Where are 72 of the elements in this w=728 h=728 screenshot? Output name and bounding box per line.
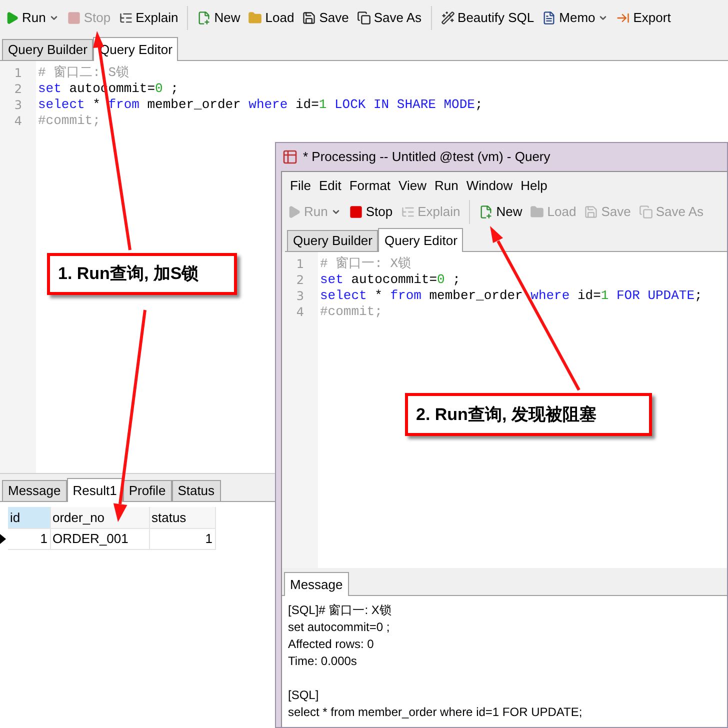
stop-button[interactable]: Stop	[346, 200, 395, 224]
message-line: select * from member_order where id=1 FOR UPDATE;	[288, 704, 582, 721]
play-icon	[5, 11, 19, 25]
column-header[interactable]: id	[8, 507, 50, 528]
callout-label: 1. Run查询, 加S锁	[47, 253, 237, 295]
code-line: select * from member_order where id=1 LOCK IN SHARE MODE;	[38, 97, 483, 113]
tab[interactable]: Message	[284, 572, 349, 596]
explain-button[interactable]: Explain	[116, 6, 180, 30]
copy-icon	[356, 11, 371, 25]
line-number: 2	[295, 272, 305, 288]
new-file-icon	[197, 11, 212, 25]
stop-icon	[348, 205, 363, 219]
folder-icon	[248, 11, 262, 25]
code-line: #commit;	[320, 304, 382, 320]
beautify-button[interactable]: Beautify SQL	[438, 6, 536, 30]
line-number: 2	[13, 81, 23, 97]
menu-item[interactable]: View	[394, 176, 430, 196]
magic-wand-icon	[440, 11, 455, 25]
line-number: 4	[13, 113, 23, 129]
document-icon	[542, 11, 556, 25]
line-number: 1	[13, 65, 23, 81]
export-arrow-icon	[616, 11, 630, 25]
tab[interactable]: Profile	[122, 480, 172, 501]
table-cell: 1	[8, 528, 50, 549]
menu-item[interactable]: Window	[462, 176, 517, 196]
callout-label: 2. Run查询, 发现被阻塞	[405, 393, 652, 436]
run-button[interactable]: Run	[3, 6, 61, 30]
line-number: 3	[13, 97, 23, 113]
tree-icon	[400, 205, 415, 219]
folder-icon	[530, 205, 544, 219]
message-line: [SQL]	[288, 687, 319, 704]
tab[interactable]: Status	[172, 480, 221, 501]
menu-item[interactable]: File	[286, 176, 315, 196]
play-icon	[287, 205, 301, 219]
window-title: * Processing -- Untitled @test (vm) - Query	[303, 148, 550, 166]
menu-item[interactable]: Help	[516, 176, 552, 196]
save-button[interactable]: Save	[300, 6, 351, 30]
menu-item[interactable]: Run	[430, 176, 462, 196]
save-as-button[interactable]: Save As	[354, 6, 424, 30]
line-number: 4	[295, 304, 305, 320]
code-line: #commit;	[38, 113, 100, 129]
window-icon	[282, 149, 298, 165]
tab[interactable]: Query Builder	[2, 39, 94, 60]
code-line: # 窗口二: S锁	[38, 65, 130, 81]
column-header[interactable]: status	[149, 507, 215, 528]
message-line: set autocommit=0 ;	[288, 619, 390, 636]
new-file-icon	[479, 205, 494, 219]
code-line: select * from member_order where id=1 FOR UPDATE;	[320, 288, 702, 304]
table-cell: ORDER_001	[50, 528, 149, 549]
tree-icon	[118, 11, 133, 25]
code-line: set autocommit=0 ;	[320, 272, 460, 288]
tab[interactable]: Query Editor	[378, 228, 464, 252]
tab[interactable]: Message	[2, 480, 67, 501]
memo-button[interactable]: Memo	[540, 6, 610, 30]
export-button[interactable]: Export	[614, 6, 673, 30]
tab[interactable]: Query Builder	[287, 230, 378, 251]
load-button[interactable]: Load	[246, 6, 296, 30]
code-line: # 窗口一: X锁	[320, 256, 412, 272]
new-button[interactable]: New	[477, 200, 524, 224]
menu-item[interactable]: Edit	[314, 176, 346, 196]
menu-item[interactable]: Format	[345, 176, 395, 196]
new-button[interactable]: New	[195, 6, 242, 30]
message-line: [SQL]# 窗口一: X锁	[288, 602, 392, 619]
message-line: Affected rows: 0	[288, 636, 374, 653]
table-cell: 1	[149, 528, 215, 549]
line-number: 1	[295, 256, 305, 272]
copy-icon	[638, 205, 653, 219]
message-line: Time: 0.000s	[288, 653, 357, 670]
tab[interactable]: Result1	[66, 478, 123, 502]
line-number: 3	[295, 288, 305, 304]
column-header[interactable]: order_no	[50, 507, 149, 528]
stop-icon	[66, 11, 81, 25]
